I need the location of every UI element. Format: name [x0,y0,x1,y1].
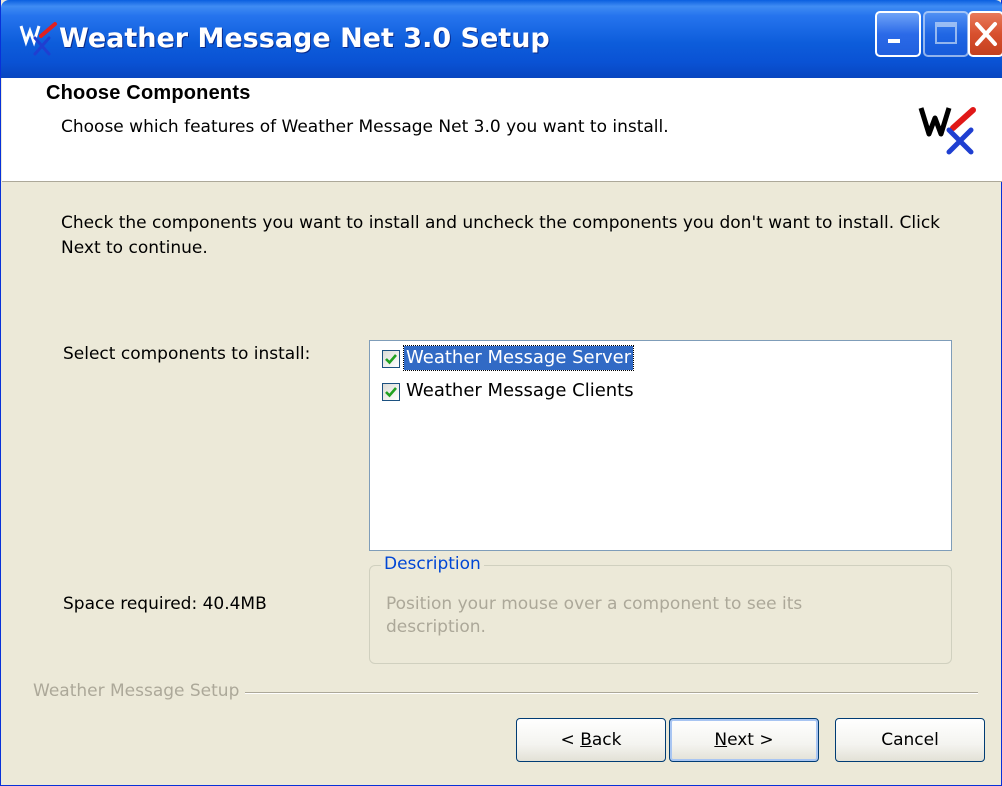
component-label: Weather Message Clients [406,380,634,401]
component-label: Weather Message Server [402,345,635,371]
back-prefix: < [560,730,581,750]
intro-text: Check the components you want to install… [61,213,941,258]
page-subtitle: Choose which features of Weather Message… [61,117,669,137]
next-label: ext > [727,730,774,750]
components-list[interactable]: Weather Message Server Weather Message C… [369,340,952,551]
description-legend: Description [381,554,484,574]
setup-window: Weather Message Net 3.0 Setup Choose Com… [0,0,1002,786]
branding-text: Weather Message Setup [33,681,246,701]
back-label: ack [591,730,622,750]
checkmark-icon [385,354,397,365]
back-button[interactable]: < Back [516,718,666,762]
description-text: Position your mouse over a component to … [386,594,803,637]
select-components-label: Select components to install: [63,344,311,364]
close-button[interactable] [968,11,1002,57]
back-accelerator: B [580,730,592,750]
next-accelerator: N [714,730,728,750]
space-required-label: Space required: 40.4MB [63,594,267,614]
maximize-icon [935,22,957,44]
close-icon [975,22,997,46]
checkmark-icon [385,387,397,398]
checkbox-clients[interactable] [382,383,400,401]
wx-app-icon [19,18,59,58]
page-title: Choose Components [46,82,251,104]
cancel-button[interactable]: Cancel [835,718,985,762]
maximize-button[interactable] [923,11,969,57]
window-title: Weather Message Net 3.0 Setup [59,23,550,54]
next-button[interactable]: Next > [669,718,819,762]
wx-logo-icon [915,102,981,156]
minimize-icon [888,39,900,43]
title-bar[interactable]: Weather Message Net 3.0 Setup [1,0,1002,78]
minimize-button[interactable] [875,11,921,57]
checkbox-server[interactable] [382,350,400,368]
